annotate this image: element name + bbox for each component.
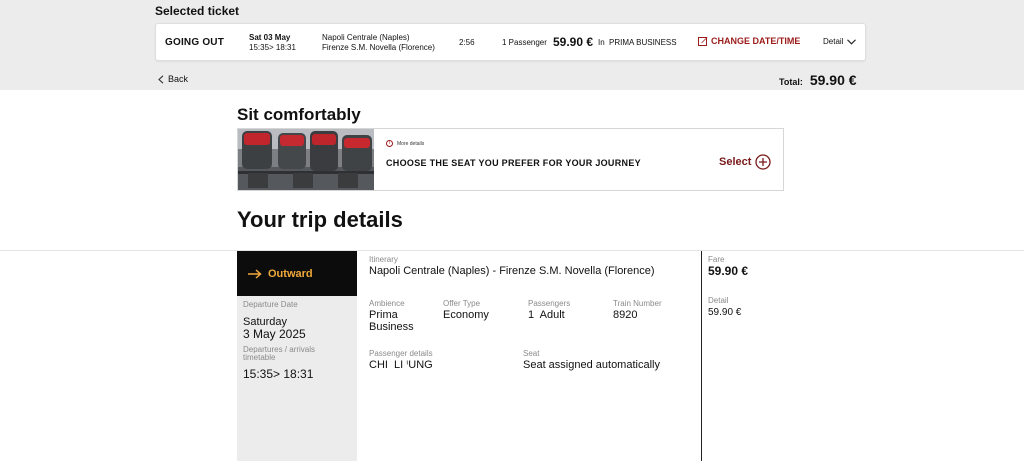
chevron-left-icon: [158, 74, 164, 84]
edit-icon: [698, 37, 708, 46]
back-label: Back: [168, 74, 189, 84]
ticket-direction: GOING OUT: [165, 37, 225, 48]
select-seat-label: Select: [719, 156, 752, 168]
fare-detail-value: 59.90 €: [708, 307, 742, 318]
fare-value: 59.90 €: [708, 264, 749, 278]
passengers-label: Passengers: [528, 299, 571, 308]
seat-label: Seat: [523, 349, 540, 358]
ticket-duration: 2:56: [459, 38, 475, 47]
itinerary-label: Itinerary: [369, 255, 398, 264]
chevron-down-icon: [847, 38, 857, 45]
total-label: Total:: [779, 77, 803, 87]
ticket-stations: Napoli Centrale (Naples) Firenze S.M. No…: [322, 33, 435, 53]
more-details-label: More details: [397, 140, 425, 147]
section-divider: [0, 250, 1024, 251]
fare-label: Fare: [708, 255, 725, 264]
train-number-label: Train Number: [613, 299, 662, 308]
itinerary-value: Napoli Centrale (Naples) - Firenze S.M. …: [369, 265, 655, 277]
seat-cta-text: CHOOSE THE SEAT YOU PREFER FOR YOUR JOUR…: [386, 158, 641, 168]
select-seat-button[interactable]: Select: [719, 154, 772, 170]
departure-date-label: Departure Date: [243, 300, 298, 309]
ticket-class: PRIMA BUSINESS: [609, 38, 677, 47]
ticket-in-label: In: [598, 38, 605, 47]
ticket-detail-toggle[interactable]: Detail: [823, 37, 857, 46]
ticket-times: 15:35> 18:31: [249, 43, 296, 52]
change-date-time-button[interactable]: CHANGE DATE/TIME: [698, 36, 800, 46]
train-number-value: 8920: [613, 309, 638, 321]
fare-detail-label: Detail: [708, 296, 729, 305]
more-details-link[interactable]: i More details: [386, 140, 424, 147]
passengers-value: 1 Adult: [528, 309, 565, 321]
outward-header: Outward: [237, 251, 357, 296]
offer-type-value: Economy: [443, 309, 489, 321]
fare-divider: [701, 251, 702, 461]
trip-details-title: Your trip details: [237, 207, 403, 232]
ticket-origin: Napoli Centrale (Naples): [322, 33, 410, 42]
passenger-details-label: Passenger details: [369, 349, 433, 358]
outward-label: Outward: [268, 267, 313, 280]
total-value: 59.90 €: [809, 72, 857, 88]
plus-circle-icon: [755, 154, 772, 170]
departure-info-panel: Departure Date Saturday 3 May 2025 Depar…: [237, 296, 357, 461]
departure-date: 3 May 2025: [243, 327, 306, 341]
ticket-passengers: 1 Passenger: [502, 38, 547, 47]
timetable-label: Departures / arrivals timetable: [243, 345, 316, 362]
selected-ticket-title: Selected ticket: [155, 4, 240, 18]
ticket-detail-label: Detail: [823, 37, 844, 46]
seat-selection-card[interactable]: i More details CHOOSE THE SEAT YOU PREFE…: [237, 128, 784, 191]
timetable-value: 15:35> 18:31: [243, 367, 314, 381]
seats-photo: [238, 129, 374, 190]
back-link[interactable]: Back: [158, 74, 188, 84]
ambience-label: Ambience: [369, 299, 405, 308]
passenger-details-value: CHI LI ⁱUNG: [369, 359, 433, 370]
ticket-destination: Firenze S.M. Novella (Florence): [322, 43, 435, 52]
ticket-price: 59.90 €: [553, 35, 594, 49]
arrow-right-icon: [248, 268, 262, 279]
ambience-value: Prima Business: [369, 309, 414, 333]
seat-value: Seat assigned automatically: [523, 359, 660, 371]
info-icon: i: [386, 140, 393, 147]
ticket-date-time: Sat 03 May 15:35> 18:31: [249, 33, 296, 53]
change-date-time-label: CHANGE DATE/TIME: [711, 36, 801, 46]
total-price: Total: 59.90 €: [779, 72, 857, 88]
offer-type-label: Offer Type: [443, 299, 481, 308]
ticket-date: Sat 03 May: [249, 33, 291, 42]
seat-section-title: Sit comfortably: [237, 105, 361, 124]
ticket-summary-card: GOING OUT Sat 03 May 15:35> 18:31 Napoli…: [155, 23, 866, 61]
